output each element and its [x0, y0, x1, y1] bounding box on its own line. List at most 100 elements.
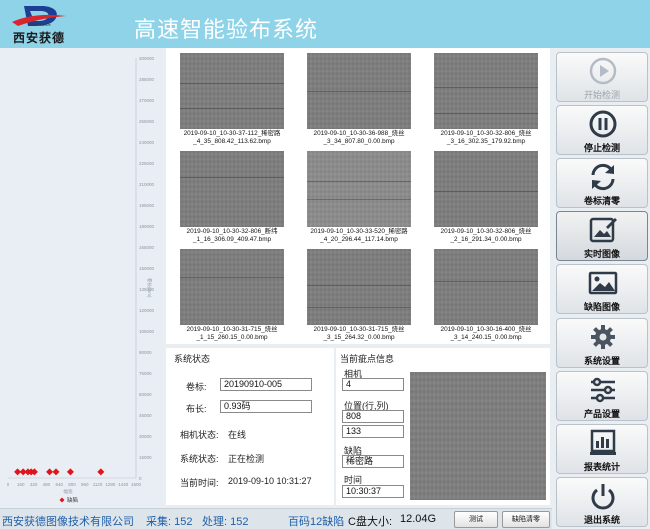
report-statistics-button[interactable]: 报表统计 [556, 424, 648, 474]
roll-field[interactable]: 20190910-005 [220, 378, 312, 391]
defect-thumbnail-caption: 2019-09-10_10-30-31-715_烧丝 _3_15_264.32_0… [299, 326, 419, 342]
chart-x-tick-label: 1120 [93, 482, 103, 487]
chart-y-tick-label: 300000 [139, 56, 155, 61]
fabric-seam-line [434, 191, 538, 192]
caption-line-2: _4_35_808.42_113.62.bmp [193, 138, 271, 145]
product-settings-label: 产品设置 [583, 409, 620, 419]
defect-thumbnail-image[interactable] [307, 249, 411, 325]
stop-detection-button[interactable]: 停止检测 [556, 105, 648, 155]
test-button[interactable]: 测试 [454, 511, 498, 528]
defect-thumbnail-caption: 2019-09-10_10-30-32-806_断纬 _1_16_306.09_4… [172, 228, 292, 244]
realtime-image-button[interactable]: 实时图像 [556, 211, 648, 261]
defect-thumbnail-image[interactable] [180, 151, 284, 227]
defect-thumbnail-cell[interactable]: 2019-09-10_10-30-37-112_稀密路 _4_35_808.42_… [168, 49, 292, 145]
defect-thumbnail-image[interactable] [434, 53, 538, 129]
fabric-seam-line [307, 199, 411, 200]
camera-status-value: 在线 [228, 430, 247, 440]
gallery-icon [588, 271, 618, 295]
defect-thumbnail-caption: 2019-09-10_10-30-36-988_烧丝 _3_34_807.80_0… [299, 130, 419, 146]
process-count: 处理: 152 [202, 516, 249, 528]
chart-defect-point [52, 468, 60, 476]
chart-y-tick-label: 45000 [139, 413, 152, 418]
defect-thumbnail-cell[interactable]: 2019-09-10_10-30-32-806_断纬 _1_16_306.09_4… [168, 147, 292, 243]
defect-camera-field[interactable]: 4 [342, 378, 404, 391]
defect-thumbnail-cell[interactable]: 2019-09-10_10-30-33-520_稀密路 _4_20_296.44_… [295, 147, 419, 243]
disk-size-value: 12.04G [400, 513, 437, 525]
exit-system-label: 退出系统 [583, 515, 620, 525]
collect-count: 采集: 152 [146, 516, 193, 528]
defect-thumbnail-image[interactable] [307, 53, 411, 129]
defect-thumbnail-caption: 2019-09-10_10-30-37-112_稀密路 _4_35_808.42_… [172, 130, 292, 146]
fabric-seam-line [307, 181, 411, 182]
defect-thumbnail-cell[interactable]: 2019-09-10_10-30-16-400_烧丝 _3_14_240.15_0… [422, 245, 546, 341]
caption-line-2: _3_15_264.32_0.00.bmp [323, 334, 395, 341]
reset-roll-button[interactable]: 卷标清零 [556, 158, 648, 208]
status-title: 系统状态 [174, 354, 211, 364]
chart-y-axis-label: 卷长(mm) [146, 278, 153, 298]
chart-x-tick-label: 480 [43, 482, 51, 487]
chart-x-tick-label: 1280 [105, 482, 116, 487]
chart-x-tick-label: 800 [68, 482, 76, 487]
system-status-panel: 系统状态 卷标: 20190910-005 布长: 0.93码 相机状态: 在线… [166, 348, 334, 505]
defect-images-label: 缺陷图像 [583, 302, 620, 312]
chart-x-tick-label: 960 [81, 482, 89, 487]
chart-x-tick-label: 160 [17, 482, 25, 487]
defect-thumbnail-cell[interactable]: 2019-09-10_10-30-32-806_烧丝 _3_16_302.35_1… [422, 49, 546, 145]
realtime-image-label: 实时图像 [583, 249, 620, 259]
exit-system-button[interactable]: 退出系统 [556, 477, 648, 527]
caption-line-1: 2019-09-10_10-30-33-520_稀密路 [310, 228, 408, 235]
defect-thumbnail-image[interactable] [180, 249, 284, 325]
chart-y-tick-label: 285000 [139, 77, 155, 82]
defect-thumbnail-caption: 2019-09-10_10-30-16-400_烧丝 _3_14_240.15_0… [426, 326, 546, 342]
chart-y-tick-label: 270000 [139, 98, 155, 103]
defect-thumbnail-image[interactable] [434, 249, 538, 325]
fabric-seam-line [434, 113, 538, 114]
defect-thumbnail-cell[interactable]: 2019-09-10_10-30-31-715_烧丝 _3_15_264.32_0… [295, 245, 419, 341]
chart-y-tick-label: 180000 [139, 224, 155, 229]
chart-x-tick-label: 0 [7, 482, 10, 487]
caption-line-2: _4_20_296.44_117.14.bmp [320, 236, 398, 243]
fabric-seam-line [307, 285, 411, 286]
pause-icon [589, 110, 617, 138]
chart-legend-label: 缺陷 [67, 496, 78, 504]
start-detection-label: 开始检测 [583, 90, 620, 100]
chart-y-tick-label: 210000 [139, 182, 155, 187]
defect-time-field[interactable]: 10:30:37 [342, 485, 404, 498]
current-time-value: 2019-09-10 10:31:27 [228, 476, 312, 486]
company-name: 西安获德图像技术有限公司 [2, 516, 134, 528]
defect-type-field[interactable]: 稀密路 [342, 455, 404, 468]
defect-images-button[interactable]: 缺陷图像 [556, 264, 648, 314]
chart-y-tick-label: 195000 [139, 203, 155, 208]
defect-col-field[interactable]: 133 [342, 425, 404, 438]
defect-row-field[interactable]: 808 [342, 410, 404, 423]
start-detection-button[interactable]: 开始检测 [556, 52, 648, 102]
system-settings-button[interactable]: 系统设置 [556, 318, 648, 368]
gear-icon [591, 325, 615, 349]
app-title: 高速智能验布系统 [134, 17, 319, 42]
caption-line-2: _1_15_260.15_0.00.bmp [196, 334, 268, 341]
system-status-label: 系统状态: [180, 454, 219, 464]
fabric-seam-line [180, 177, 284, 178]
chart-y-tick-label: 255000 [139, 119, 155, 124]
caption-line-1: 2019-09-10_10-30-32-806_烧丝 [440, 130, 532, 137]
defect-thumbnail-cell[interactable]: 2019-09-10_10-30-31-715_烧丝 _1_15_260.15_0… [168, 245, 292, 341]
defect-thumbnail-image[interactable] [434, 151, 538, 227]
defect-thumbnail-image[interactable] [180, 53, 284, 129]
product-settings-button[interactable]: 产品设置 [556, 371, 648, 421]
caption-line-2: _2_16_291.34_0.00.bmp [450, 236, 522, 243]
caption-line-2: _3_14_240.15_0.00.bmp [450, 334, 522, 341]
defect-thumbnail-image[interactable] [307, 151, 411, 227]
roll-label: 卷标: [186, 382, 207, 392]
camera-status-label: 相机状态: [180, 430, 219, 440]
system-status-value: 正在检测 [228, 454, 265, 464]
report-statistics-label: 报表统计 [583, 462, 620, 472]
chart-y-tick-label: 90000 [139, 350, 152, 355]
clear-defects-button[interactable]: 缺陷清零 [502, 511, 550, 528]
defect-thumbnail-cell[interactable]: 2019-09-10_10-30-32-806_烧丝 _2_16_291.34_0… [422, 147, 546, 243]
chart-x-tick-label: 1440 [118, 482, 129, 487]
caption-line-2: _3_16_302.35_179.92.bmp [446, 138, 526, 145]
defect-thumbnail-cell[interactable]: 2019-09-10_10-30-36-988_烧丝 _3_34_807.80_0… [295, 49, 419, 145]
length-field[interactable]: 0.93码 [220, 400, 312, 413]
caption-line-1: 2019-09-10_10-30-32-806_烧丝 [440, 228, 532, 235]
logo-text: 西安获德 [12, 31, 65, 45]
